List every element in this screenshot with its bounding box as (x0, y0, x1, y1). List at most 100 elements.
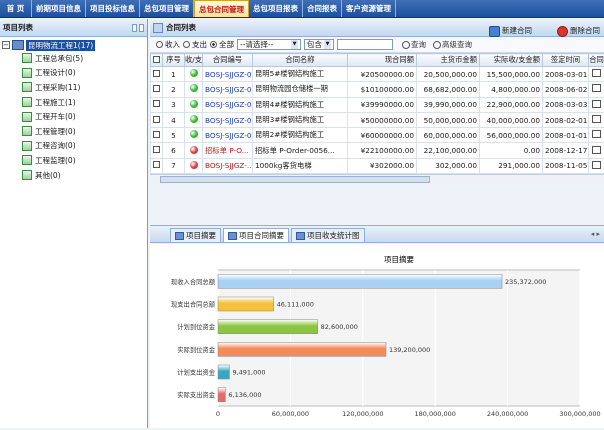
tree-root-label[interactable]: 昆明物流工程1(17) (26, 40, 95, 51)
tab-project-contract-summary[interactable]: 项目合同摘要 (223, 228, 289, 242)
advanced-search-button[interactable]: 高级查询 (433, 39, 472, 50)
nav-home[interactable]: 首 页 (0, 0, 32, 17)
match-select[interactable]: 包含▼ (304, 39, 334, 50)
edit-icon[interactable] (592, 161, 601, 169)
edit-icon[interactable] (592, 100, 601, 108)
cell-edit[interactable] (589, 97, 604, 112)
cell-status (185, 128, 203, 143)
cell-code[interactable]: BOSJ-SJJGZ-005 (203, 67, 253, 82)
cell-code[interactable]: BOSJ-SJJGZ-... (203, 158, 253, 173)
row-checkbox[interactable] (153, 70, 160, 77)
panel-collapse-icon[interactable] (139, 24, 144, 32)
row-checkbox-cell[interactable] (151, 112, 163, 127)
tree-node[interactable]: 工程采购(11) (22, 80, 147, 95)
row-checkbox-cell[interactable] (151, 128, 163, 143)
tree-node-label: 工程总承包(5) (35, 53, 83, 64)
col-amount[interactable]: 现合同额 (348, 54, 417, 67)
tree-node-label: 工程监理(0) (35, 155, 76, 166)
tree-node[interactable]: 工程监理(0) (22, 153, 147, 168)
nav-contract-reports[interactable]: 合同报表 (303, 0, 342, 17)
row-checkbox[interactable] (153, 100, 160, 107)
col-no[interactable]: 序号 (163, 54, 185, 67)
row-checkbox-cell[interactable] (151, 97, 163, 112)
cell-code[interactable]: BOSJ-SJJGZ-004 (203, 82, 253, 97)
col-code[interactable]: 合同编号 (203, 54, 253, 67)
contract-list-title: 合同列表 (166, 23, 196, 32)
nav-contract-management[interactable]: 总包合同管理 (194, 0, 249, 17)
row-checkbox[interactable] (153, 161, 160, 168)
x-tick-label: 240,000,000 (487, 410, 528, 418)
panel-restore-icon[interactable] (132, 24, 137, 32)
cell-edit[interactable] (589, 67, 604, 82)
search-button[interactable]: 查询 (402, 39, 426, 50)
project-tree: − 昆明物流工程1(17) 工程总承包(5) 工程设计(0)工程采购(11)工程施… (0, 37, 147, 182)
col-actual[interactable]: 实际收/支金额 (480, 54, 543, 67)
detail-tabs: 项目摘要 项目合同摘要 项目收支统计图 ◂ ▸ (150, 225, 604, 243)
tab-project-summary[interactable]: 项目摘要 (170, 228, 221, 242)
table-row[interactable]: 4BOSJ-SJJGZ-002昆明3#楼钢结构施工¥50000000.0050,… (151, 112, 604, 127)
tree-node[interactable]: 其他(0) (22, 168, 147, 183)
row-checkbox[interactable] (153, 146, 160, 153)
nav-project-management[interactable]: 总包项目管理 (140, 0, 194, 17)
nav-customer-resources[interactable]: 客户资源管理 (342, 0, 396, 17)
col-main-currency[interactable]: 主货币金额 (417, 54, 480, 67)
col-signed-date[interactable]: 签定时间 (543, 54, 589, 67)
cell-code[interactable]: 招标单 P-O... (203, 143, 253, 158)
edit-icon[interactable] (592, 130, 601, 138)
radio-income[interactable]: 收入 (156, 39, 180, 50)
nav-bidding-info[interactable]: 项目投标信息 (86, 0, 140, 17)
radio-all[interactable]: 全部 (210, 39, 234, 50)
col-direction[interactable]: 收/支 (185, 54, 203, 67)
collapse-icon[interactable]: − (2, 41, 10, 49)
edit-icon[interactable] (592, 84, 601, 92)
table-row[interactable]: 1BOSJ-SJJGZ-005昆明5#楼钢结构施工¥20500000.0020,… (151, 67, 604, 82)
tree-node[interactable]: 工程施工(1) (22, 95, 147, 110)
edit-icon[interactable] (592, 146, 601, 154)
row-checkbox-cell[interactable] (151, 82, 163, 97)
col-contract[interactable]: 合同 (589, 54, 604, 67)
col-check[interactable] (151, 54, 163, 67)
tree-node[interactable]: 工程咨询(0) (22, 139, 147, 154)
field-select[interactable]: --请选择--▼ (237, 39, 301, 50)
row-checkbox-cell[interactable] (151, 143, 163, 158)
select-all-checkbox[interactable] (153, 56, 160, 63)
new-contract-button[interactable]: 新建合同 (489, 22, 532, 40)
tree-node[interactable]: 工程管理(0) (22, 124, 147, 139)
tree-node[interactable]: 工程总承包(5) (22, 51, 147, 66)
cell-edit[interactable] (589, 82, 604, 97)
row-checkbox-cell[interactable] (151, 158, 163, 173)
cell-edit[interactable] (589, 143, 604, 158)
table-row[interactable]: 6招标单 P-O...招标单 P-Order-0056...¥22100000.… (151, 143, 604, 158)
table-row[interactable]: 5BOSJ-SJJGZ-001昆明2#楼钢结构施工¥60000000.0060,… (151, 128, 604, 143)
scrollbar-thumb[interactable] (160, 176, 430, 183)
tab-income-expense-chart[interactable]: 项目收支统计图 (291, 228, 365, 242)
nav-preliminary-projects[interactable]: 前期项目信息 (32, 0, 86, 17)
tree-node[interactable]: 工程开车(0) (22, 109, 147, 124)
table-row[interactable]: 3BOSJ-SJJGZ-003昆明4#楼钢结构施工¥39990000.0039,… (151, 97, 604, 112)
cell-edit[interactable] (589, 158, 604, 173)
row-checkbox[interactable] (153, 85, 160, 92)
cell-code[interactable]: BOSJ-SJJGZ-002 (203, 112, 253, 127)
radio-expense[interactable]: 支出 (183, 39, 207, 50)
table-row[interactable]: 7BOSJ-SJJGZ-...1000kg客货电梯¥302000.00302,0… (151, 158, 604, 173)
tab-scroll-arrows-icon[interactable]: ◂ ▸ (591, 230, 600, 238)
chevron-down-icon: ▼ (324, 40, 331, 49)
cell-date: 2008-06-02 (543, 82, 589, 97)
edit-icon[interactable] (592, 115, 601, 123)
nav-project-reports[interactable]: 总包项目报表 (249, 0, 303, 17)
table-row[interactable]: 2BOSJ-SJJGZ-004昆明物流园仓储楼一期$10100000.0068,… (151, 82, 604, 97)
cell-code[interactable]: BOSJ-SJJGZ-001 (203, 128, 253, 143)
edit-icon[interactable] (592, 69, 601, 77)
horizontal-scrollbar[interactable] (150, 174, 604, 184)
delete-contract-button[interactable]: 删除合同 (557, 22, 600, 40)
search-input[interactable] (337, 39, 393, 50)
row-checkbox[interactable] (153, 116, 160, 123)
cell-code[interactable]: BOSJ-SJJGZ-003 (203, 97, 253, 112)
tree-root[interactable]: − 昆明物流工程1(17) (2, 39, 147, 51)
cell-edit[interactable] (589, 128, 604, 143)
col-name[interactable]: 合同名称 (253, 54, 348, 67)
row-checkbox-cell[interactable] (151, 67, 163, 82)
row-checkbox[interactable] (153, 131, 160, 138)
cell-edit[interactable] (589, 112, 604, 127)
tree-node[interactable]: 工程设计(0) (22, 66, 147, 81)
